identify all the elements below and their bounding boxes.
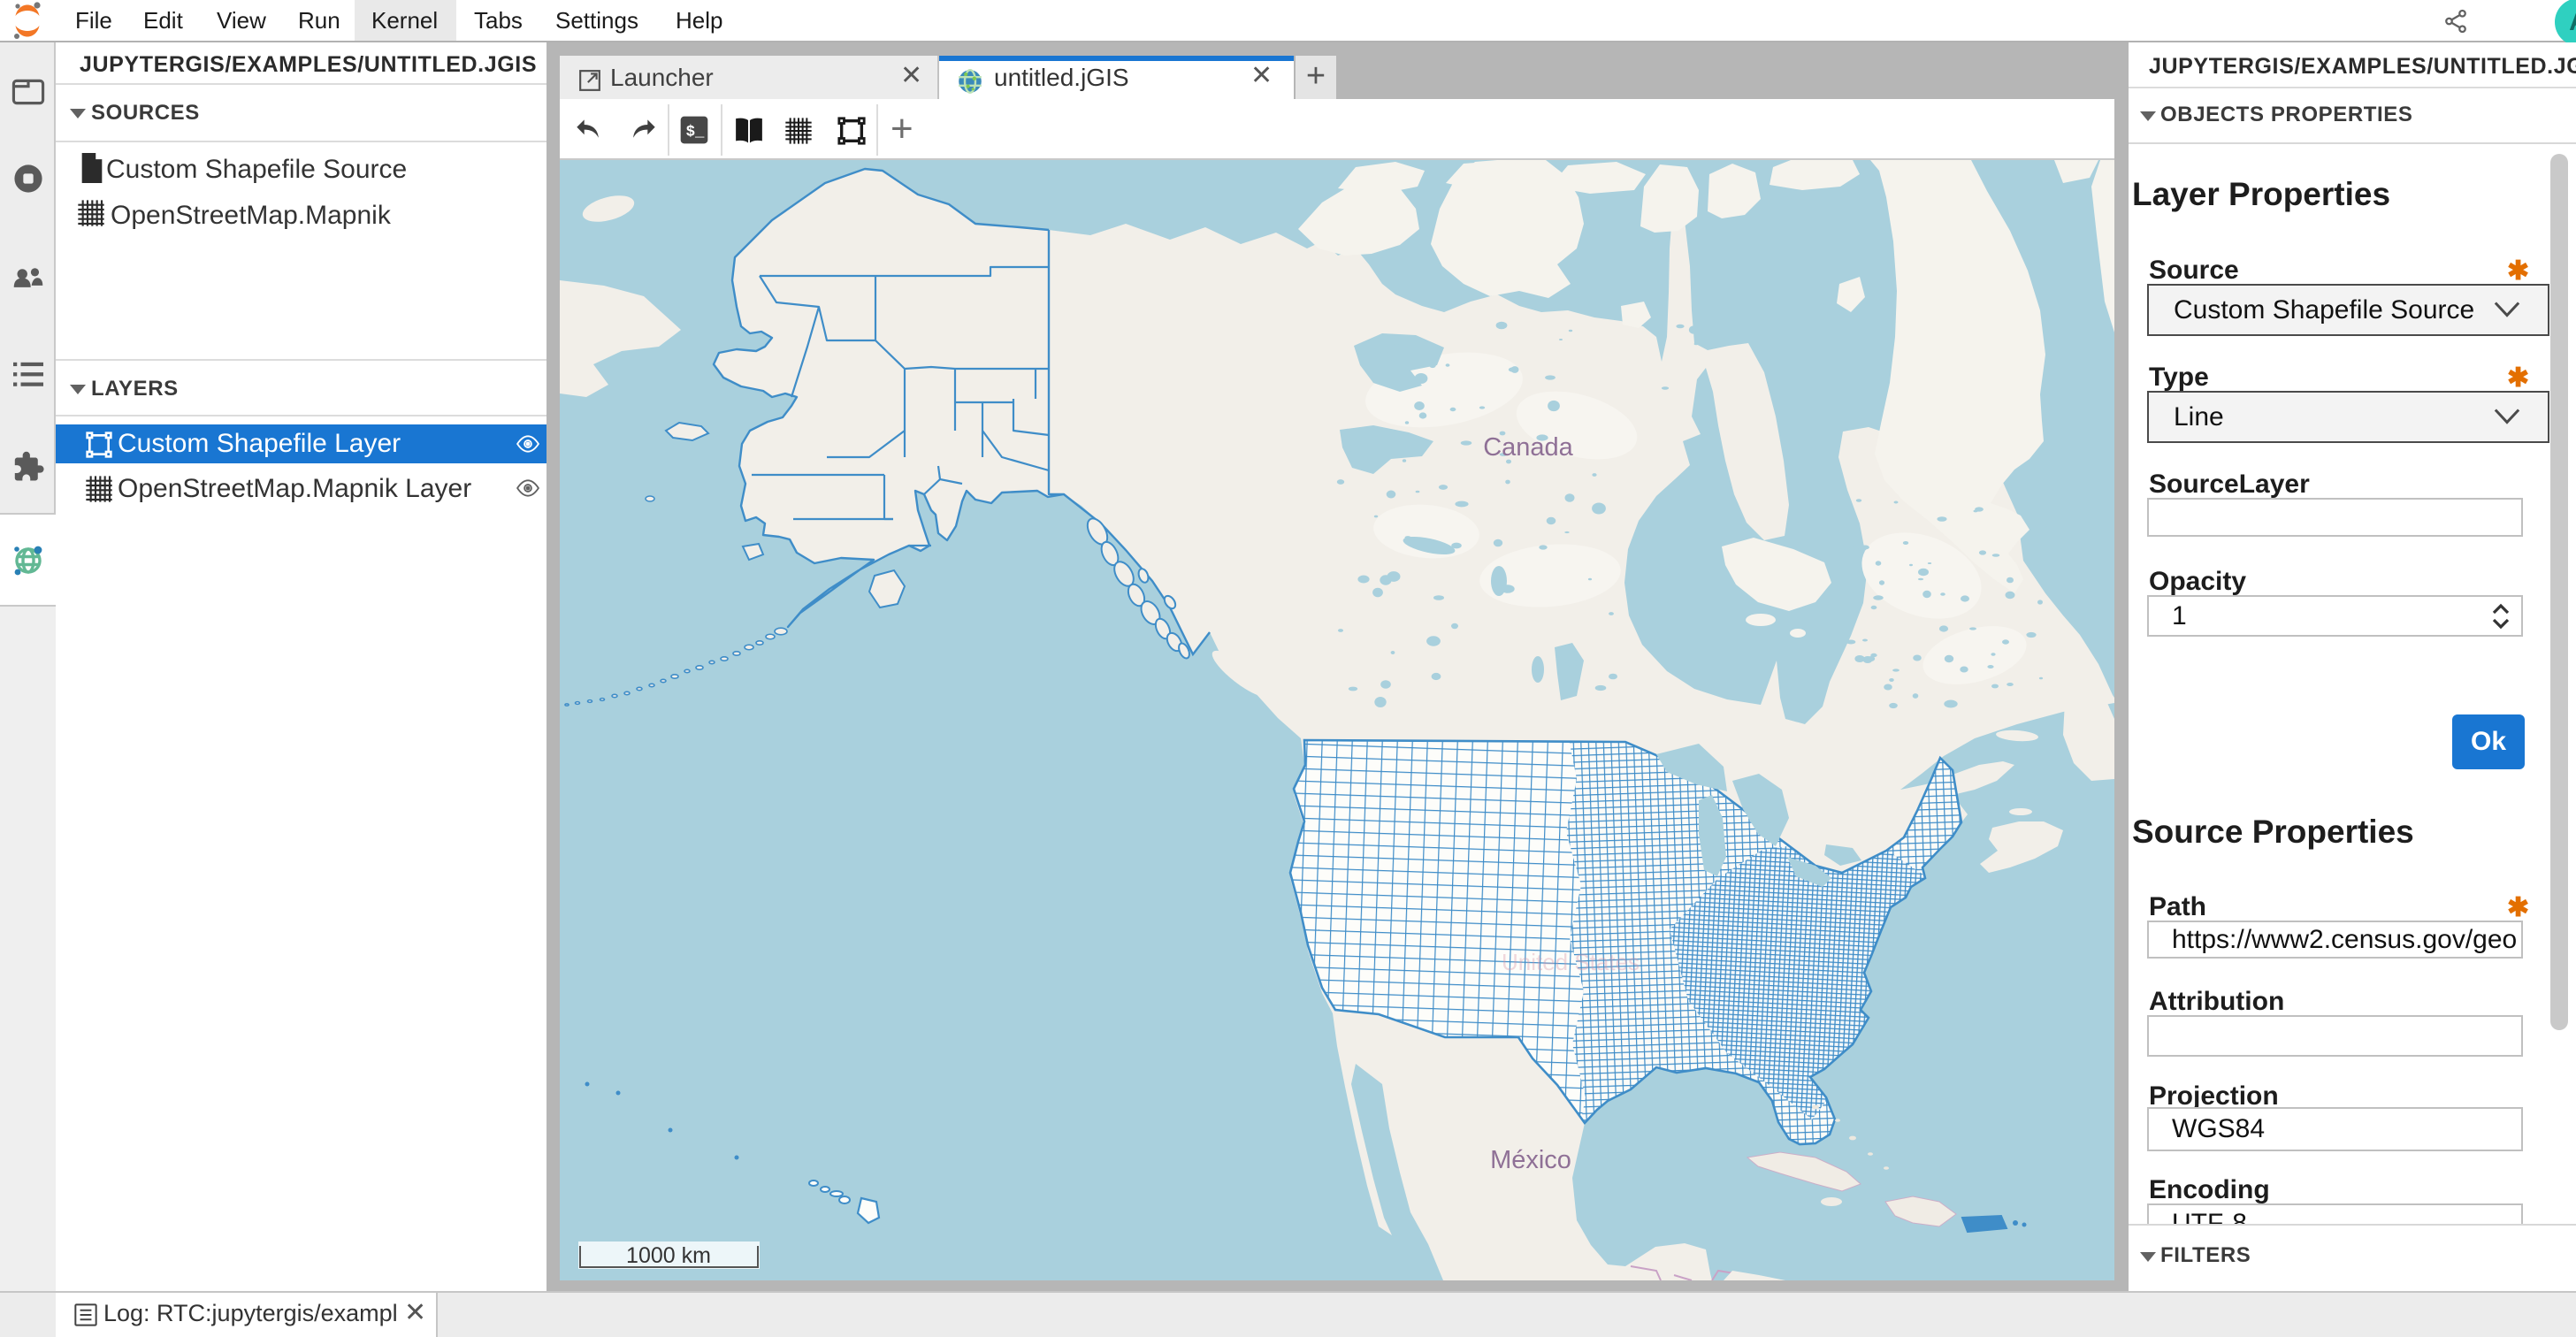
svg-text:$_: $_ xyxy=(686,125,705,141)
svg-text:México: México xyxy=(1490,1146,1571,1174)
svg-text:1000 km: 1000 km xyxy=(626,1243,711,1268)
svg-text:Canada: Canada xyxy=(1483,433,1573,462)
svg-text:United States: United States xyxy=(1502,949,1640,975)
